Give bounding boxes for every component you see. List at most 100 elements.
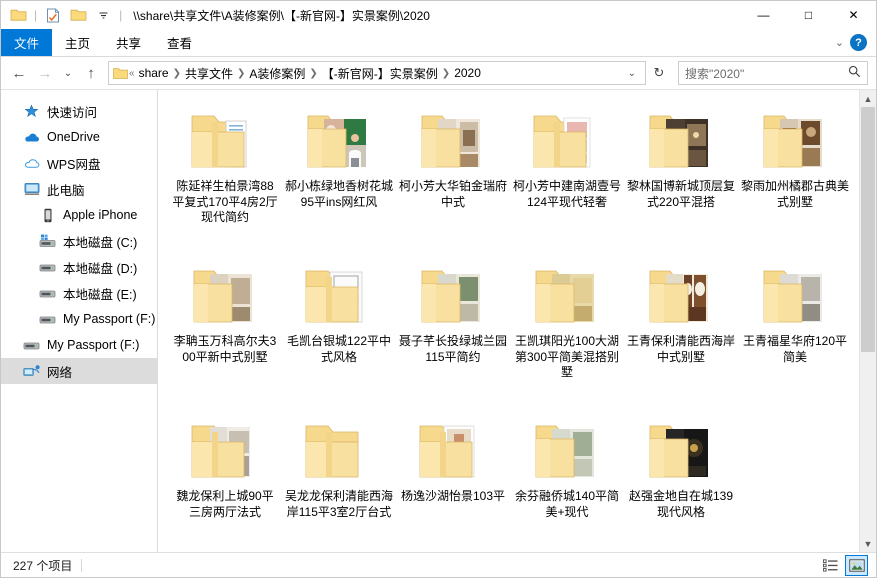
thumbnail xyxy=(411,412,495,484)
thumbnail xyxy=(411,257,495,329)
sidebar-item-network[interactable]: 网络 xyxy=(1,358,157,384)
scroll-up-icon[interactable]: ▲ xyxy=(860,90,876,107)
file-name: 陈延祥生柏景湾88平复式170平4房2厅现代简约 xyxy=(172,179,278,224)
sidebar-item-onedrive[interactable]: OneDrive xyxy=(1,124,157,150)
ribbon-right-controls: ⌄ ? xyxy=(835,29,876,56)
scroll-down-icon[interactable]: ▼ xyxy=(860,535,876,552)
file-item[interactable]: 黎林国博新城顶层复式220平混搭 xyxy=(624,98,738,253)
thumbnail xyxy=(183,257,267,329)
recent-locations-button[interactable]: ⌄ xyxy=(59,61,77,85)
properties-icon[interactable] xyxy=(42,4,64,26)
item-count-label: 227 个项目 xyxy=(13,558,73,573)
sidebar-item-quick-access[interactable]: 快速访问 xyxy=(1,98,157,124)
scrollbar-track[interactable] xyxy=(860,107,876,535)
folder-icon xyxy=(191,425,250,478)
file-item[interactable]: 余芬融侨城140平简美+现代 xyxy=(510,408,624,552)
minimize-button[interactable]: — xyxy=(741,1,786,29)
refresh-button[interactable]: ↻ xyxy=(648,62,670,84)
tab-view[interactable]: 查看 xyxy=(154,29,205,56)
file-list-pane[interactable]: 陈延祥生柏景湾88平复式170平4房2厅现代简约 郝小栋绿地香树花城95平ins… xyxy=(158,90,876,552)
help-icon[interactable]: ? xyxy=(850,34,867,51)
sidebar-item-wps-cloud[interactable]: WPS网盘 xyxy=(1,150,157,176)
file-grid: 陈延祥生柏景湾88平复式170平4房2厅现代简约 郝小栋绿地香树花城95平ins… xyxy=(158,90,876,552)
large-icons-view-button[interactable] xyxy=(845,554,868,576)
sidebar-item-local-disk-d[interactable]: 本地磁盘 (D:) xyxy=(1,254,157,280)
search-box[interactable]: 搜索"2020" xyxy=(678,61,868,85)
scrollbar-thumb[interactable] xyxy=(861,107,875,352)
search-icon[interactable] xyxy=(848,65,861,81)
breadcrumb-separator-3[interactable]: ❯ xyxy=(441,68,451,79)
tab-share[interactable]: 共享 xyxy=(103,29,154,56)
phone-icon xyxy=(39,207,56,224)
breadcrumb-separator-1[interactable]: ❯ xyxy=(236,68,246,79)
close-button[interactable]: ✕ xyxy=(831,1,876,29)
sidebar-item-apple-iphone[interactable]: Apple iPhone xyxy=(1,202,157,228)
sidebar-item-my-passport-f-2[interactable]: My Passport (F:) xyxy=(1,332,157,358)
file-name: 郝小栋绿地香树花城95平ins网红风 xyxy=(285,179,394,209)
chevron-down-icon[interactable]: ⌄ xyxy=(835,36,844,49)
tab-home[interactable]: 主页 xyxy=(52,29,103,56)
folder-icon[interactable] xyxy=(7,4,29,26)
sidebar-item-local-disk-c[interactable]: 本地磁盘 (C:) xyxy=(1,228,157,254)
sidebar-item-label: Apple iPhone xyxy=(63,208,138,222)
file-name: 黎雨加州橘郡古典美式别墅 xyxy=(741,179,850,209)
file-name: 李聃玉万科高尔夫300平新中式别墅 xyxy=(173,334,277,364)
navigation-pane: 快速访问 OneDrive WPS网盘 此电脑 Apple iPhone 本地磁… xyxy=(1,90,158,552)
file-name: 吴龙龙保利清能西海岸115平3室2厅台式 xyxy=(285,489,394,519)
drive-icon xyxy=(39,259,56,276)
sidebar-item-local-disk-e[interactable]: 本地磁盘 (E:) xyxy=(1,280,157,306)
thumbnail xyxy=(297,257,381,329)
file-item[interactable]: 杨逸沙湖怡景103平 xyxy=(396,408,510,552)
breadcrumb-separator-2[interactable]: ❯ xyxy=(308,68,318,79)
search-input[interactable]: 搜索"2020" xyxy=(685,65,848,82)
sidebar-item-this-pc[interactable]: 此电脑 xyxy=(1,176,157,202)
forward-button[interactable]: → xyxy=(33,61,57,85)
file-item[interactable]: 郝小栋绿地香树花城95平ins网红风 xyxy=(282,98,396,253)
breadcrumb-item-2[interactable]: A装修案例 xyxy=(246,65,308,82)
file-item[interactable]: 吴龙龙保利清能西海岸115平3室2厅台式 xyxy=(282,408,396,552)
vertical-scrollbar[interactable]: ▲ ▼ xyxy=(859,90,876,552)
folder-icon xyxy=(191,115,247,168)
file-item[interactable]: 陈延祥生柏景湾88平复式170平4房2厅现代简约 xyxy=(168,98,282,253)
file-item[interactable]: 魏龙保利上城90平三房两厅法式 xyxy=(168,408,282,552)
tab-file[interactable]: 文件 xyxy=(1,29,53,56)
file-item[interactable]: 聂子芊长投绿城兰园115平简约 xyxy=(396,253,510,408)
thumbnail xyxy=(183,102,267,174)
file-item[interactable]: 黎雨加州橘郡古典美式别墅 xyxy=(738,98,852,253)
file-item[interactable]: 王凯琪阳光100大湖第300平简美混搭别墅 xyxy=(510,253,624,408)
drive-icon xyxy=(39,285,56,302)
details-view-icon xyxy=(823,558,838,572)
explorer-body: 快速访问 OneDrive WPS网盘 此电脑 Apple iPhone 本地磁… xyxy=(1,89,876,552)
folder-icon xyxy=(649,425,708,478)
file-item[interactable]: 王青保利清能西海岸中式别墅 xyxy=(624,253,738,408)
file-item[interactable]: 王青福星华府120平简美 xyxy=(738,253,852,408)
up-button[interactable]: ↑ xyxy=(79,61,103,85)
breadcrumb-item-0[interactable]: share xyxy=(136,66,172,80)
file-item[interactable]: 毛凯台银城122平中式风格 xyxy=(282,253,396,408)
file-item[interactable]: 柯小芳中建南湖壹号124平现代轻奢 xyxy=(510,98,624,253)
file-item[interactable]: 柯小芳大华铂金瑞府中式 xyxy=(396,98,510,253)
file-item[interactable]: 李聃玉万科高尔夫300平新中式别墅 xyxy=(168,253,282,408)
thumbnail xyxy=(639,102,723,174)
breadcrumb-overflow[interactable]: « xyxy=(128,68,136,79)
breadcrumb-item-4[interactable]: 2020 xyxy=(451,66,484,80)
breadcrumb-separator-0[interactable]: ❯ xyxy=(172,68,182,79)
address-bar: ← → ⌄ ↑ « share ❯ 共享文件 ❯ A装修案例 ❯ 【-新官网-】… xyxy=(1,57,876,89)
folder-icon xyxy=(649,115,708,168)
folder-icon xyxy=(419,425,475,478)
breadcrumb-bar[interactable]: « share ❯ 共享文件 ❯ A装修案例 ❯ 【-新官网-】实景案例 ❯ 2… xyxy=(108,61,646,85)
file-item[interactable]: 赵强金地自在城139现代风格 xyxy=(624,408,738,552)
thumbnail xyxy=(525,257,609,329)
wps-cloud-icon xyxy=(23,155,40,172)
breadcrumb-item-3[interactable]: 【-新官网-】实景案例 xyxy=(319,65,441,82)
breadcrumb-item-1[interactable]: 共享文件 xyxy=(182,65,236,82)
maximize-button[interactable]: □ xyxy=(786,1,831,29)
sidebar-item-label: WPS网盘 xyxy=(47,157,101,172)
network-icon xyxy=(23,363,40,380)
details-view-button[interactable] xyxy=(819,555,842,576)
address-dropdown-icon[interactable]: ⌄ xyxy=(621,68,643,79)
new-folder-icon[interactable] xyxy=(67,4,89,26)
sidebar-item-my-passport-f-1[interactable]: My Passport (F:) xyxy=(1,306,157,332)
qat-dropdown-icon[interactable] xyxy=(92,4,114,26)
back-button[interactable]: ← xyxy=(7,61,31,85)
